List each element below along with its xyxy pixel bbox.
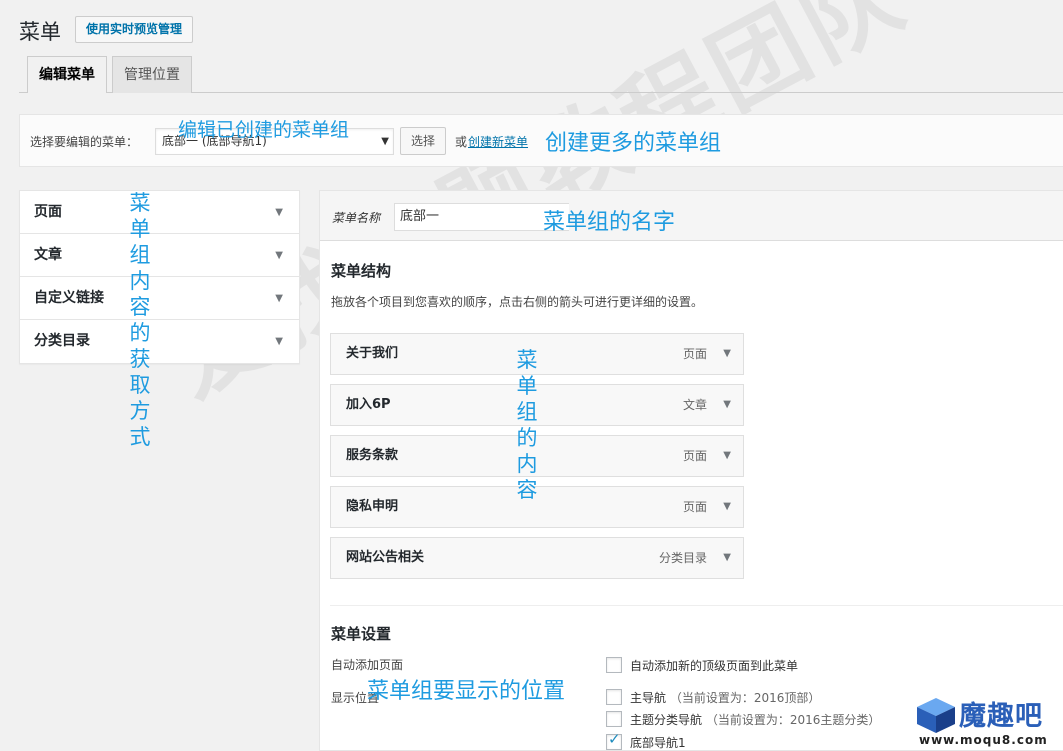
location-label-primary: 主导航 （当前设置为：2016顶部） [630, 689, 820, 706]
menu-settings-title: 菜单设置 [331, 625, 392, 643]
menu-item-title: 加入6P [346, 397, 391, 412]
annotation-group-name: 菜单组的名字 [543, 210, 676, 235]
menu-item-title: 隐私申明 [346, 499, 399, 514]
menu-item-type: 文章 [682, 398, 707, 412]
triangle-down-icon: ▼ [275, 250, 283, 261]
annotation-edit-groups: 编辑已创建的菜单组 [178, 119, 350, 141]
page-title: 菜单 [19, 20, 61, 44]
add-items-accordion: 页面 ▼ 文章 ▼ 自定义链接 ▼ 分类目录 ▼ [19, 190, 300, 364]
menu-item-type: 页面 [682, 449, 707, 463]
location-name: 主题分类导航 [630, 713, 703, 727]
checkmark-icon: ✓ [608, 730, 621, 748]
location-name: 底部导航1 [630, 736, 686, 750]
auto-add-pages-checkbox[interactable] [606, 657, 622, 673]
location-label-category: 主题分类导航 （当前设置为：2016主题分类） [630, 711, 880, 728]
menu-structure-description: 拖放各个项目到您喜欢的顺序，点击右侧的箭头可进行更详细的设置。 [331, 295, 704, 309]
accordion-item-label: 分类目录 [34, 333, 90, 349]
annotation-create-more: 创建更多的菜单组 [545, 131, 722, 156]
cube-logo-icon [917, 698, 955, 733]
annotation-content-source: 菜单组内容的获取方式 [129, 191, 151, 449]
triangle-down-icon: ▼ [275, 207, 283, 218]
create-new-menu-link[interactable]: 创建新菜单 [468, 133, 528, 150]
tab-edit-menus[interactable]: 编辑菜单 [27, 56, 107, 93]
location-checkbox-footer[interactable]: ✓ [606, 730, 622, 750]
accordion-item-label: 文章 [34, 247, 62, 263]
tab-manage-locations[interactable]: 管理位置 [112, 56, 192, 93]
triangle-down-icon[interactable]: ▼ [723, 487, 731, 527]
triangle-down-icon: ▼ [275, 293, 283, 304]
location-note: （当前设置为：2016主题分类） [705, 713, 881, 727]
triangle-down-icon[interactable]: ▼ [723, 436, 731, 476]
menu-structure-title: 菜单结构 [331, 262, 392, 280]
menu-item[interactable]: 网站公告相关 分类目录 ▼ [330, 537, 744, 579]
accordion-item-custom-links[interactable]: 自定义链接 ▼ [20, 277, 299, 320]
site-logo: 魔趣吧 www.moqu8.com [915, 694, 1060, 749]
or-text: 或 [455, 135, 468, 149]
logo-url: www.moqu8.com [919, 733, 1048, 747]
menu-item-type: 页面 [682, 347, 707, 361]
accordion-item-posts[interactable]: 文章 ▼ [20, 234, 299, 277]
accordion-item-categories[interactable]: 分类目录 ▼ [20, 320, 299, 363]
triangle-down-icon[interactable]: ▼ [723, 334, 731, 374]
logo-text: 魔趣吧 [959, 701, 1043, 732]
auto-add-pages-option: 自动添加新的顶级页面到此菜单 [630, 659, 799, 673]
menu-item-title: 网站公告相关 [346, 550, 425, 565]
location-checkbox-category[interactable] [606, 711, 622, 727]
live-preview-button[interactable]: 使用实时预览管理 [75, 16, 194, 43]
annotation-display-position: 菜单组要显示的位置 [367, 679, 566, 704]
location-checkbox-primary[interactable] [606, 689, 622, 705]
menu-name-label: 菜单名称 [332, 211, 381, 225]
location-name: 主导航 [630, 691, 667, 705]
triangle-down-icon: ▼ [275, 336, 283, 347]
menu-item-title: 关于我们 [346, 346, 399, 361]
accordion-item-label: 页面 [34, 204, 62, 220]
settings-divider [330, 605, 1063, 606]
menu-item-title: 服务条款 [346, 448, 399, 463]
location-note: （当前设置为：2016顶部） [669, 691, 821, 705]
annotation-group-content: 菜单组的内容 [516, 348, 538, 502]
menu-item-type: 分类目录 [658, 551, 707, 565]
accordion-item-pages[interactable]: 页面 ▼ [20, 191, 299, 234]
accordion-item-label: 自定义链接 [34, 290, 104, 306]
auto-add-pages-label: 自动添加页面 [331, 658, 404, 672]
location-label-footer: 底部导航1 [630, 734, 686, 751]
select-menu-button[interactable]: 选择 [400, 127, 447, 155]
triangle-down-icon[interactable]: ▼ [723, 538, 731, 578]
triangle-down-icon: ▼ [381, 136, 389, 147]
menu-select-label: 选择要编辑的菜单： [30, 135, 139, 149]
triangle-down-icon[interactable]: ▼ [723, 385, 731, 425]
menu-item-type: 页面 [682, 500, 707, 514]
